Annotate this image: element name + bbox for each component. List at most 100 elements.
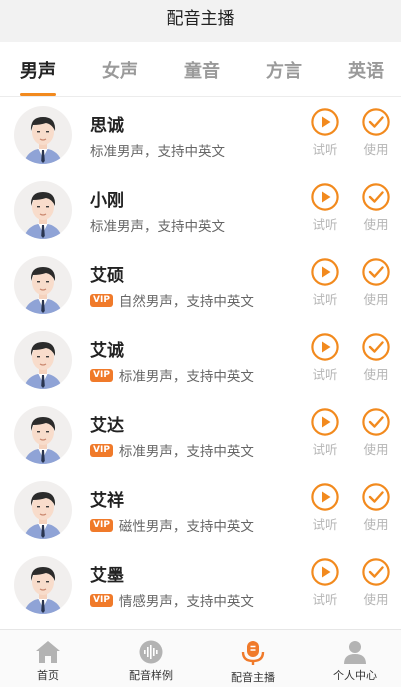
listen-label: 试听: [312, 442, 338, 457]
listen-button[interactable]: 试听: [305, 483, 345, 533]
play-icon: [305, 483, 345, 511]
avatar: [14, 406, 72, 464]
voice-description-line: VIP 磁性男声，支持中英文: [90, 515, 254, 535]
voice-description-line: VIP 标准男声，支持中英文: [90, 365, 254, 385]
voice-name: 艾硕: [90, 266, 124, 286]
voice-description: 标准男声，支持中英文: [90, 144, 225, 160]
voice-name: 艾达: [90, 416, 124, 436]
vip-badge: VIP: [90, 518, 113, 532]
voice-description: 自然男声，支持中英文: [118, 294, 254, 310]
listen-label: 试听: [312, 292, 338, 307]
use-button[interactable]: 使用: [356, 183, 396, 233]
voice-description-line: VIP 自然男声，支持中英文: [90, 290, 254, 310]
use-label: 使用: [363, 367, 389, 382]
microphone-icon: [241, 641, 265, 665]
use-label: 使用: [363, 442, 389, 457]
play-icon: [305, 108, 345, 136]
voice-name: 思诚: [90, 116, 124, 136]
listen-label: 试听: [312, 517, 338, 532]
home-icon: [36, 641, 60, 663]
voice-description-line: 标准男声，支持中英文: [90, 215, 225, 235]
vip-badge: VIP: [90, 368, 113, 382]
nav-anchors-label: 配音主播: [231, 671, 275, 684]
vip-badge: VIP: [90, 443, 113, 457]
title-bar: 配音主播: [0, 0, 401, 42]
use-button[interactable]: 使用: [356, 558, 396, 608]
check-icon: [356, 408, 396, 436]
voice-description-line: 标准男声，支持中英文: [90, 140, 225, 160]
nav-profile-label: 个人中心: [333, 669, 377, 682]
nav-home-label: 首页: [37, 669, 59, 682]
play-icon: [305, 333, 345, 361]
voice-description-line: VIP 情感男声，支持中英文: [90, 590, 254, 610]
waveform-icon: [139, 640, 163, 664]
use-label: 使用: [363, 217, 389, 232]
voice-description: 标准男声，支持中英文: [118, 369, 254, 385]
play-icon: [305, 558, 345, 586]
voice-description-line: VIP 标准男声，支持中英文: [90, 440, 254, 460]
listen-button[interactable]: 试听: [305, 333, 345, 383]
vip-badge: VIP: [90, 593, 113, 607]
voice-list: 思诚 标准男声，支持中英文 试听 使用 小刚 标准男声，支持中英文 试听 使用 艾硕 VIP 自然男…: [0, 97, 401, 622]
use-button[interactable]: 使用: [356, 483, 396, 533]
voice-name: 小刚: [90, 191, 124, 211]
voice-name: 艾祥: [90, 491, 124, 511]
play-icon: [305, 258, 345, 286]
play-icon: [305, 183, 345, 211]
list-item[interactable]: 艾墨 VIP 情感男声，支持中英文 试听 使用: [0, 547, 401, 622]
use-button[interactable]: 使用: [356, 108, 396, 158]
tab-child[interactable]: 童音: [172, 57, 232, 83]
listen-label: 试听: [312, 592, 338, 607]
play-icon: [305, 408, 345, 436]
tab-male[interactable]: 男声: [8, 57, 68, 83]
listen-button[interactable]: 试听: [305, 408, 345, 458]
avatar: [14, 106, 72, 164]
active-tab-indicator: [20, 93, 56, 96]
list-item[interactable]: 小刚标准男声，支持中英文 试听 使用: [0, 172, 401, 247]
listen-button[interactable]: 试听: [305, 558, 345, 608]
listen-button[interactable]: 试听: [305, 258, 345, 308]
nav-samples-label: 配音样例: [129, 669, 173, 682]
avatar: [14, 331, 72, 389]
avatar: [14, 556, 72, 614]
tab-female[interactable]: 女声: [90, 57, 150, 83]
nav-home[interactable]: 首页: [0, 640, 98, 683]
bottom-nav: 首页 配音样例 配音主播 个人中心: [0, 629, 401, 687]
nav-samples[interactable]: 配音样例: [101, 640, 201, 683]
nav-profile[interactable]: 个人中心: [305, 640, 401, 683]
list-item[interactable]: 艾祥 VIP 磁性男声，支持中英文 试听 使用: [0, 472, 401, 547]
list-item[interactable]: 艾硕 VIP 自然男声，支持中英文 试听 使用: [0, 247, 401, 322]
use-label: 使用: [363, 292, 389, 307]
check-icon: [356, 558, 396, 586]
listen-label: 试听: [312, 217, 338, 232]
check-icon: [356, 333, 396, 361]
use-button[interactable]: 使用: [356, 258, 396, 308]
listen-button[interactable]: 试听: [305, 183, 345, 233]
tab-english[interactable]: 英语: [336, 57, 396, 83]
voice-description: 标准男声，支持中英文: [90, 219, 225, 235]
use-button[interactable]: 使用: [356, 333, 396, 383]
nav-anchors[interactable]: 配音主播: [203, 640, 303, 685]
person-icon: [344, 641, 366, 664]
page-title: 配音主播: [166, 9, 235, 29]
use-label: 使用: [363, 142, 389, 157]
listen-button[interactable]: 试听: [305, 108, 345, 158]
voice-description: 情感男声，支持中英文: [118, 594, 254, 610]
listen-label: 试听: [312, 142, 338, 157]
vip-badge: VIP: [90, 293, 113, 307]
check-icon: [356, 183, 396, 211]
check-icon: [356, 108, 396, 136]
voice-name: 艾墨: [90, 566, 124, 586]
avatar: [14, 481, 72, 539]
list-item[interactable]: 思诚标准男声，支持中英文 试听 使用: [0, 97, 401, 172]
use-label: 使用: [363, 517, 389, 532]
use-button[interactable]: 使用: [356, 408, 396, 458]
list-item[interactable]: 艾诚 VIP 标准男声，支持中英文 试听 使用: [0, 322, 401, 397]
tab-dialect[interactable]: 方言: [254, 57, 314, 83]
voice-name: 艾诚: [90, 341, 124, 361]
voice-description: 磁性男声，支持中英文: [118, 519, 254, 535]
listen-label: 试听: [312, 367, 338, 382]
avatar: [14, 181, 72, 239]
voice-category-tabs: 男声 女声 童音 方言 英语: [0, 42, 401, 97]
list-item[interactable]: 艾达 VIP 标准男声，支持中英文 试听 使用: [0, 397, 401, 472]
